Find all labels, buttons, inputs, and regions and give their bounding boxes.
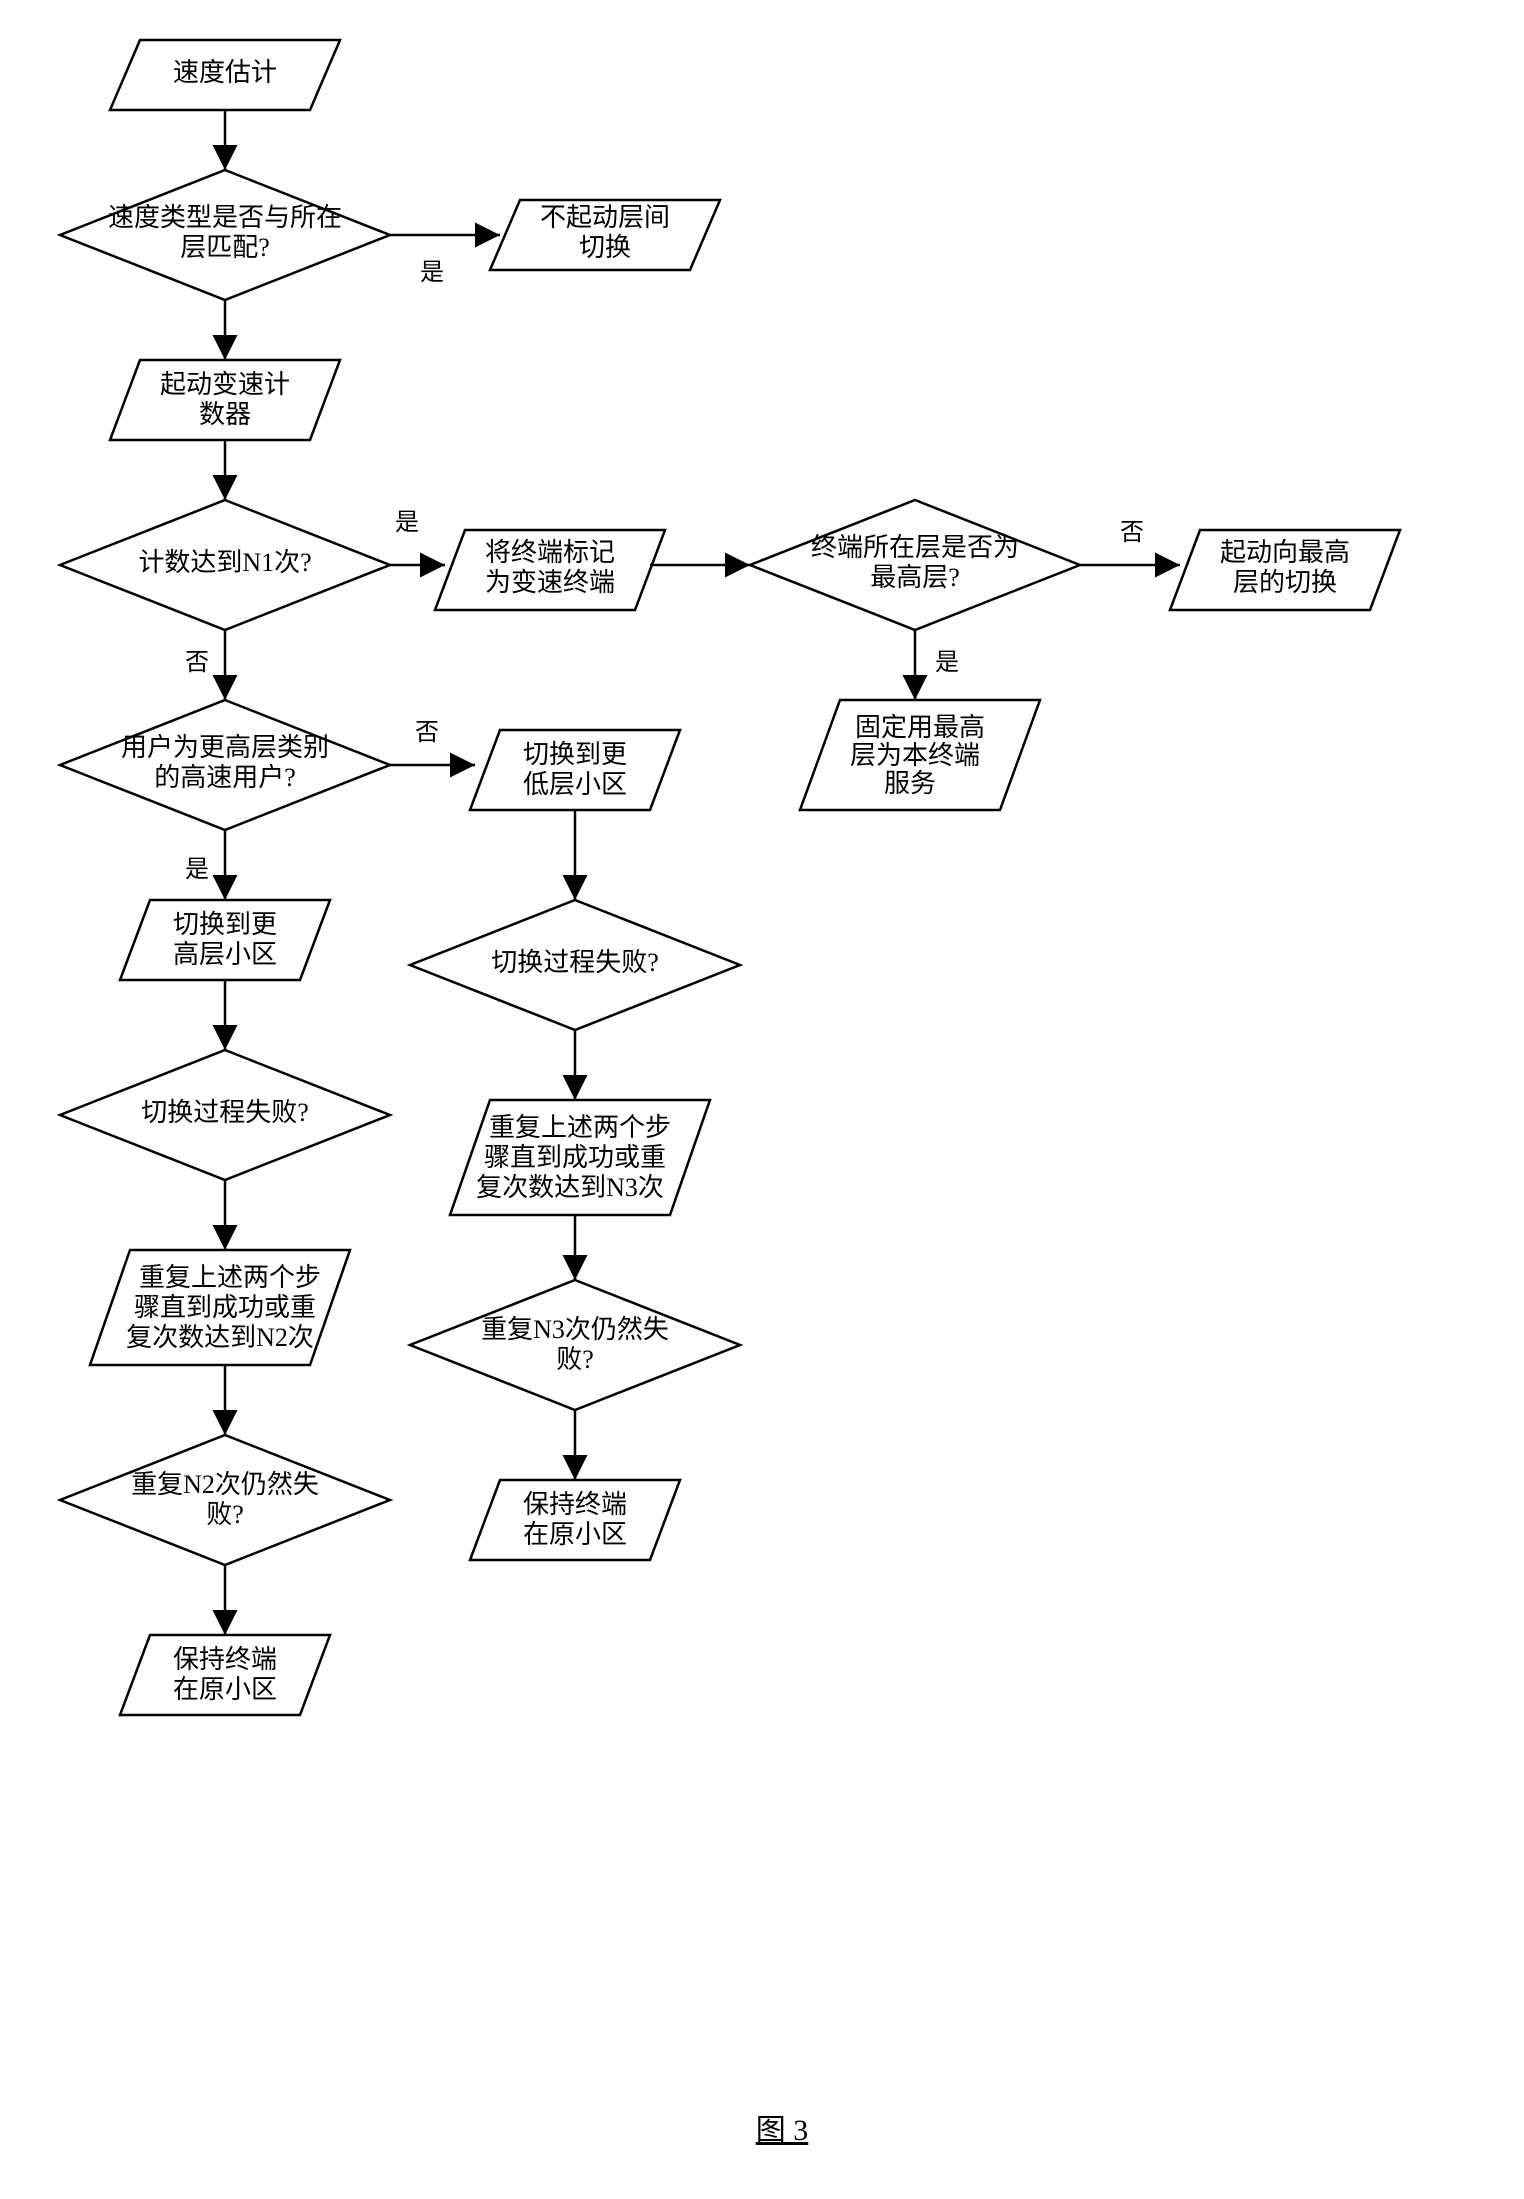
svg-text:复次数达到N3次: 复次数达到N3次 xyxy=(476,1173,664,1202)
svg-text:用户为更高层类别: 用户为更高层类别 xyxy=(121,733,329,762)
node-fix-top-layer: 固定用最高 层为本终端 服务 xyxy=(800,700,1040,810)
svg-text:在原小区: 在原小区 xyxy=(173,1675,277,1704)
node-speed-type-match: 速度类型是否与所在 层匹配? xyxy=(60,170,390,300)
node-start-counter: 起动变速计 数器 xyxy=(110,360,340,440)
node-still-fail-n3: 重复N3次仍然失 败? xyxy=(410,1280,740,1410)
node-repeat-n3: 重复上述两个步 骤直到成功或重 复次数达到N3次 xyxy=(450,1100,710,1215)
svg-text:速度类型是否与所在: 速度类型是否与所在 xyxy=(108,203,342,232)
node-switch-fail-left: 切换过程失败? xyxy=(60,1050,390,1180)
svg-text:骤直到成功或重: 骤直到成功或重 xyxy=(484,1143,666,1172)
svg-text:重复上述两个步: 重复上述两个步 xyxy=(139,1263,321,1292)
svg-text:为变速终端: 为变速终端 xyxy=(485,568,615,597)
svg-text:终端所在层是否为: 终端所在层是否为 xyxy=(811,533,1019,562)
edge-label-yes-2: 是 xyxy=(395,510,419,536)
svg-text:在原小区: 在原小区 xyxy=(523,1520,627,1549)
svg-text:切换过程失败?: 切换过程失败? xyxy=(491,948,659,977)
svg-text:速度估计: 速度估计 xyxy=(173,58,277,87)
edge-label-yes-4: 是 xyxy=(185,857,209,883)
svg-text:切换: 切换 xyxy=(579,233,631,262)
node-switch-fail-right: 切换过程失败? xyxy=(410,900,740,1030)
svg-text:起动向最高: 起动向最高 xyxy=(1220,538,1350,567)
svg-text:保持终端: 保持终端 xyxy=(523,1490,627,1519)
node-switch-higher: 切换到更 高层小区 xyxy=(120,900,330,980)
node-no-interlayer: 不起动层间 切换 xyxy=(490,200,720,270)
svg-text:不起动层间: 不起动层间 xyxy=(540,203,670,232)
node-keep-cell-left: 保持终端 在原小区 xyxy=(120,1635,330,1715)
svg-text:层为本终端: 层为本终端 xyxy=(850,741,980,770)
figure-caption: 图 3 xyxy=(756,2114,809,2147)
svg-text:低层小区: 低层小区 xyxy=(523,770,627,799)
svg-text:计数达到N1次?: 计数达到N1次? xyxy=(138,548,311,577)
node-still-fail-n2: 重复N2次仍然失 败? xyxy=(60,1435,390,1565)
flowchart-svg: 速度估计 速度类型是否与所在 层匹配? 是 不起动层间 切换 起动变速计 数器 … xyxy=(20,20,1524,2179)
node-switch-lower: 切换到更 低层小区 xyxy=(470,730,680,810)
node-high-layer-user: 用户为更高层类别 的高速用户? xyxy=(60,700,390,830)
edge-label-yes-3: 是 xyxy=(935,650,959,676)
svg-text:切换到更: 切换到更 xyxy=(173,910,277,939)
svg-text:重复N3次仍然失: 重复N3次仍然失 xyxy=(481,1315,669,1344)
svg-text:数器: 数器 xyxy=(199,400,251,429)
edge-label-yes-1: 是 xyxy=(420,260,444,286)
svg-text:复次数达到N2次: 复次数达到N2次 xyxy=(126,1323,314,1352)
svg-text:最高层?: 最高层? xyxy=(870,563,960,592)
svg-text:服务: 服务 xyxy=(884,769,936,798)
svg-text:败?: 败? xyxy=(206,1500,244,1529)
svg-text:切换到更: 切换到更 xyxy=(523,740,627,769)
node-speed-estimate: 速度估计 xyxy=(110,40,340,110)
svg-text:重复N2次仍然失: 重复N2次仍然失 xyxy=(131,1470,319,1499)
svg-text:的高速用户?: 的高速用户? xyxy=(154,763,296,792)
node-keep-cell-right: 保持终端 在原小区 xyxy=(470,1480,680,1560)
node-count-n1: 计数达到N1次? xyxy=(60,500,390,630)
svg-text:高层小区: 高层小区 xyxy=(173,940,277,969)
svg-text:败?: 败? xyxy=(556,1345,594,1374)
node-mark-terminal: 将终端标记 为变速终端 xyxy=(435,530,665,610)
node-repeat-n2: 重复上述两个步 骤直到成功或重 复次数达到N2次 xyxy=(90,1250,350,1365)
node-start-top-switch: 起动向最高 层的切换 xyxy=(1170,530,1400,610)
node-is-top-layer: 终端所在层是否为 最高层? xyxy=(750,500,1080,630)
svg-text:固定用最高: 固定用最高 xyxy=(855,713,985,742)
svg-text:骤直到成功或重: 骤直到成功或重 xyxy=(134,1293,316,1322)
svg-text:层匹配?: 层匹配? xyxy=(180,233,270,262)
svg-text:重复上述两个步: 重复上述两个步 xyxy=(489,1113,671,1142)
svg-text:切换过程失败?: 切换过程失败? xyxy=(141,1098,309,1127)
svg-text:将终端标记: 将终端标记 xyxy=(485,538,615,567)
edge-label-no-1: 否 xyxy=(1120,520,1144,546)
edge-label-no-3: 否 xyxy=(415,720,439,746)
svg-text:起动变速计: 起动变速计 xyxy=(160,370,290,399)
svg-text:层的切换: 层的切换 xyxy=(1233,568,1337,597)
edge-label-no-2: 否 xyxy=(185,650,209,676)
svg-text:保持终端: 保持终端 xyxy=(173,1645,277,1674)
